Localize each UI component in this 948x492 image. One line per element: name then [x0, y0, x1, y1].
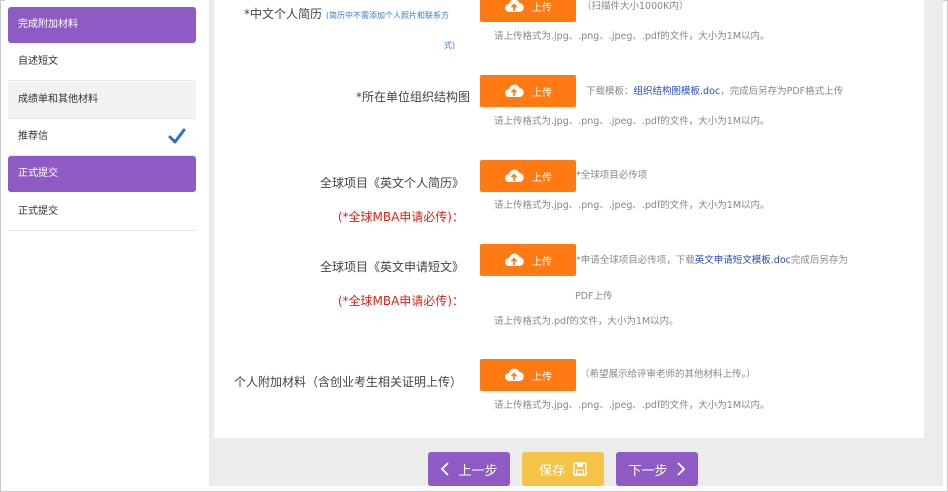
org-chart-template-note: 下载模板：组织结构图模板.doc，完成后另存为PDF格式上传: [586, 86, 844, 97]
cv-en-required-label: (*全球MBA申请必传)：: [337, 210, 464, 224]
extra-materials-note: （希望展示给评审老师的其他材料上传。）: [580, 369, 756, 380]
essay-en-pdf-note: PDF上传: [575, 291, 613, 302]
sidebar-item-transcripts[interactable]: 成绩单和其他材料: [8, 82, 196, 119]
cloud-upload-icon: [505, 368, 524, 382]
cv-cn-label: *中文个人简历 (简历中不需添加个人照片和联系方: [244, 7, 449, 21]
sidebar-item-label: 自述短文: [18, 56, 58, 67]
org-chart-upload-button[interactable]: 上传: [480, 75, 576, 107]
cv-en-required-note: *全球项目必传项: [576, 170, 648, 181]
cv-cn-hint-2: 式): [444, 41, 456, 50]
sidebar-item-label: 推荐信: [18, 131, 48, 142]
cloud-upload-icon: [505, 169, 524, 183]
chevron-right-icon: [676, 462, 685, 476]
sidebar-item-submit-section[interactable]: 正式提交: [8, 156, 196, 192]
floppy-disk-icon: [573, 462, 587, 476]
essay-en-template-link[interactable]: 英文申请短文模板.doc: [695, 255, 791, 266]
sidebar-item-label: 正式提交: [18, 168, 58, 179]
cv-cn-format-note: 请上传格式为.jpg、.png、.jpeg、.pdf的文件，大小为1M以内。: [494, 31, 770, 42]
sidebar: 完成附加材料 自述短文 成绩单和其他材料 推荐信 正式提交 正式提交: [5, 0, 209, 486]
upload-form: *中文个人简历 (简历中不需添加个人照片和联系方 式) 上传 （扫描件大小100…: [214, 0, 924, 438]
sidebar-item-recommendation[interactable]: 推荐信: [8, 119, 196, 156]
essay-en-label: 全球项目《英文申请短文》: [319, 260, 464, 274]
cv-en-upload-button[interactable]: 上传: [480, 160, 576, 192]
extra-materials-format-note: 请上传格式为.jpg、.png、.jpeg、.pdf的文件，大小为1M以内。: [494, 400, 770, 411]
org-chart-format-note: 请上传格式为.jpg、.png、.jpeg、.pdf的文件，大小为1M以内。: [494, 116, 770, 127]
chevron-left-icon: [441, 462, 450, 476]
cloud-upload-icon: [505, 0, 524, 13]
cv-cn-size-note: （扫描件大小1000K内）: [582, 1, 689, 12]
sidebar-item-personal-statement[interactable]: 自述短文: [8, 44, 196, 81]
essay-en-template-note: *申请全球项目必传项，下载英文申请短文模板.doc完成后另存为: [576, 255, 848, 266]
save-button[interactable]: 保存: [522, 452, 604, 486]
divider: [8, 230, 196, 231]
next-step-button[interactable]: 下一步: [616, 452, 698, 486]
sidebar-item-label: 完成附加材料: [18, 19, 78, 30]
cv-en-format-note: 请上传格式为.jpg、.png、.jpeg、.pdf的文件，大小为1M以内。: [494, 200, 770, 211]
essay-en-format-note: 请上传格式为.pdf的文件，大小为1M以内。: [494, 316, 679, 327]
cloud-upload-icon: [505, 253, 524, 267]
cloud-upload-icon: [505, 84, 524, 98]
cv-cn-hint: (简历中不需添加个人照片和联系方: [325, 11, 449, 20]
sidebar-item-submit[interactable]: 正式提交: [8, 194, 196, 231]
extra-materials-label: 个人附加材料（含创业考生相关证明上传）: [233, 375, 462, 389]
cv-en-label: 全球项目《英文个人简历》: [319, 176, 464, 190]
prev-step-button[interactable]: 上一步: [428, 452, 510, 486]
org-chart-template-link[interactable]: 组织结构图模板.doc: [634, 86, 721, 97]
sidebar-item-extra-materials[interactable]: 完成附加材料: [8, 7, 196, 43]
divider: [8, 80, 196, 81]
extra-materials-upload-button[interactable]: 上传: [480, 359, 576, 391]
essay-en-required-label: (*全球MBA申请必传)：: [337, 294, 464, 308]
org-chart-label: *所在单位组织结构图: [355, 90, 470, 104]
essay-en-upload-button[interactable]: 上传: [480, 244, 576, 276]
sidebar-item-label: 成绩单和其他材料: [18, 94, 98, 105]
checkmark-icon: [168, 128, 186, 144]
page: 完成附加材料 自述短文 成绩单和其他材料 推荐信 正式提交 正式提交 *中文个人…: [5, 0, 943, 486]
cv-cn-upload-button[interactable]: 上传: [480, 0, 576, 22]
sidebar-item-label: 正式提交: [18, 206, 58, 217]
